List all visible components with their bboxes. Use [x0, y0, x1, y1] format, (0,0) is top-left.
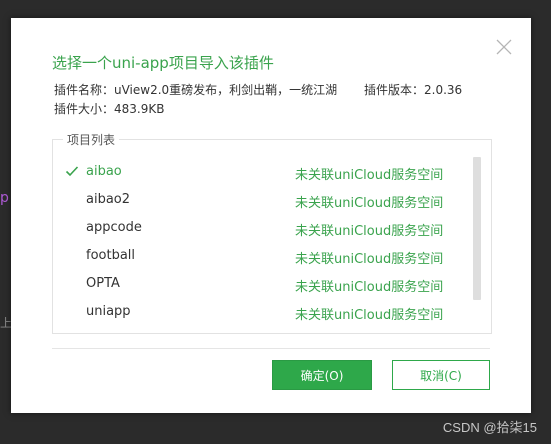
close-icon	[496, 39, 512, 55]
cloud-status: 未关联uniCloud服务空间	[295, 224, 444, 239]
list-item[interactable]: aibao2 未关联uniCloud服务空间	[53, 186, 473, 214]
project-list: aibao 未关联uniCloud服务空间 aibao2 未关联uniCloud服务空…	[53, 158, 473, 326]
cloud-status: 未关联uniCloud服务空间	[295, 280, 444, 295]
plugin-name: 插件名称：uView2.0重磅发布，利剑出鞘，一统江湖	[54, 83, 338, 97]
project-list-label: 项目列表	[63, 131, 120, 148]
project-name: football	[86, 248, 136, 263]
project-list-group: 项目列表 aibao 未关联uniCloud服务空间 aibao2 未关联uniClo…	[52, 131, 492, 334]
scrollbar[interactable]	[473, 157, 481, 300]
project-name: aibao	[86, 164, 122, 179]
project-name: aibao2	[86, 192, 131, 207]
cloud-status: 未关联uniCloud服务空间	[295, 196, 444, 211]
plugin-version: 插件版本：2.0.36	[364, 83, 463, 97]
list-item[interactable]: aibao 未关联uniCloud服务空间	[53, 158, 473, 186]
plugin-size: 插件大小：483.9KB	[54, 102, 165, 116]
watermark: CSDN @拾柒15	[442, 420, 537, 435]
divider	[52, 348, 490, 349]
cloud-status: 未关联uniCloud服务空间	[295, 168, 444, 183]
project-name: appcode	[86, 220, 142, 235]
project-name: OPTA	[86, 276, 120, 291]
background-text-fragment: p	[0, 190, 9, 206]
import-plugin-dialog: 选择一个uni-app项目导入该插件 插件名称：uView2.0重磅发布，利剑出…	[11, 18, 531, 413]
cloud-status: 未关联uniCloud服务空间	[295, 252, 444, 267]
cancel-button[interactable]: 取消(C)	[392, 360, 490, 390]
list-item[interactable]: uniapp 未关联uniCloud服务空间	[53, 298, 473, 326]
cloud-status: 未关联uniCloud服务空间	[295, 308, 444, 323]
project-name: uniapp	[86, 304, 131, 319]
list-item[interactable]: appcode 未关联uniCloud服务空间	[53, 214, 473, 242]
list-item[interactable]: football 未关联uniCloud服务空间	[53, 242, 473, 270]
list-item[interactable]: OPTA 未关联uniCloud服务空间	[53, 270, 473, 298]
close-button[interactable]	[495, 38, 513, 56]
ok-button[interactable]: 确定(O)	[272, 360, 372, 390]
dialog-title: 选择一个uni-app项目导入该插件	[52, 54, 274, 72]
check-icon	[65, 166, 79, 177]
